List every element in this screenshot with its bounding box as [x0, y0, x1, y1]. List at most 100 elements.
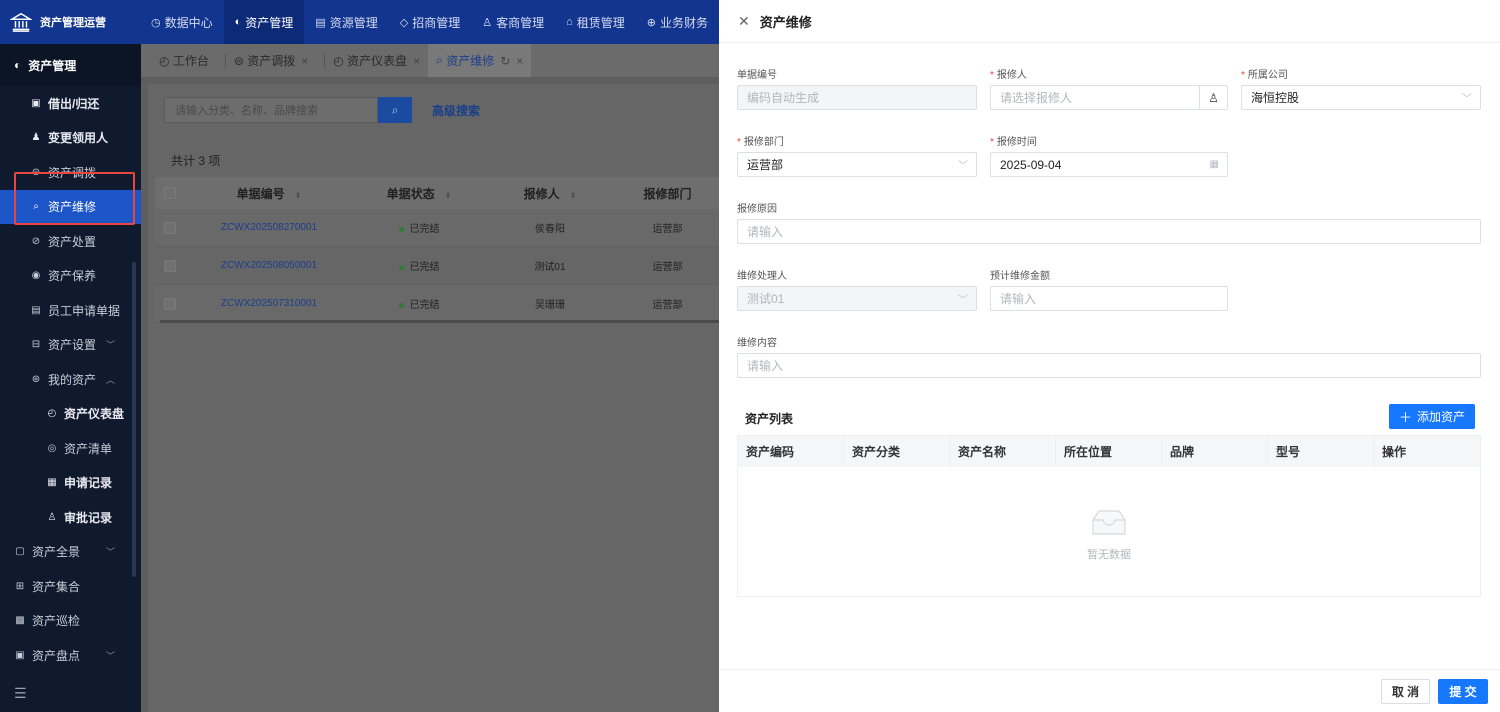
- sort-icon[interactable]: ⬍: [295, 191, 302, 200]
- search-bar: 请输入分类、名称、品牌搜索 ⌕ 高级搜索: [164, 97, 480, 123]
- row-checkbox[interactable]: [164, 259, 176, 272]
- table-horizontal-scrollbar[interactable]: [160, 320, 720, 323]
- search-button[interactable]: ⌕: [378, 97, 412, 123]
- status-dot: [398, 302, 404, 308]
- sidebar-item-employee-requests[interactable]: ▤ 员工申请单据: [0, 293, 141, 328]
- table-row[interactable]: ZCWX202508270001 已完结 侯春阳 运营部: [155, 209, 720, 247]
- settings-icon: ⊟: [31, 339, 41, 351]
- sidebar-item-application-records[interactable]: ▦ 申请记录: [0, 466, 141, 501]
- date-picker[interactable]: 2025-09-04 ▦: [990, 152, 1228, 177]
- close-icon[interactable]: ✕: [738, 13, 750, 30]
- select-all-checkbox[interactable]: [164, 187, 176, 199]
- close-icon[interactable]: ×: [301, 54, 308, 68]
- tab-label: 资产调拨: [247, 54, 296, 68]
- close-icon[interactable]: ×: [413, 54, 420, 68]
- topnav-label: 数据中心: [164, 15, 213, 30]
- menu-collapse-icon[interactable]: ☰: [14, 685, 27, 702]
- sidebar-item-my-assets[interactable]: ⊛ 我的资产 ︿: [0, 362, 141, 397]
- drawer-header: ✕ 资产维修: [719, 0, 1500, 43]
- sidebar-scrollbar[interactable]: [132, 262, 136, 577]
- tab-workbench[interactable]: ◴ 工作台: [151, 44, 217, 77]
- doc-code-link[interactable]: ZCWX202508050001: [185, 260, 353, 271]
- calendar-icon[interactable]: ▦: [1210, 159, 1219, 170]
- column-header: 品牌: [1162, 436, 1268, 467]
- sidebar-item-asset-collection[interactable]: ⊞ 资产集合: [0, 569, 141, 604]
- sidebar-item-asset-panorama[interactable]: ▢ 资产全景 ﹀: [0, 535, 141, 570]
- close-icon[interactable]: ×: [516, 54, 523, 68]
- reporter-cell: 侯春阳: [535, 224, 565, 235]
- sidebar-item-asset-settings[interactable]: ⊟ 资产设置 ﹀: [0, 328, 141, 363]
- table-row[interactable]: ZCWX202507310001 已完结 吴珊珊 运营部: [155, 285, 720, 323]
- amount-label: 预计维修金额: [990, 271, 1050, 282]
- topnav-data-center[interactable]: ◷ 数据中心: [140, 0, 224, 44]
- column-header[interactable]: 报修部门: [615, 185, 720, 202]
- tab-asset-dashboard[interactable]: ◴ 资产仪表盘 ×: [316, 44, 428, 77]
- clock-icon: ◷: [151, 16, 161, 29]
- reason-input[interactable]: 请输入: [737, 219, 1481, 244]
- refresh-icon[interactable]: ↻: [500, 54, 510, 68]
- list-panel: 请输入分类、名称、品牌搜索 ⌕ 高级搜索 共计 3 项 单据编号 ⬍ 单据状态 ⬍ …: [148, 84, 720, 712]
- table-header: 单据编号 ⬍ 单据状态 ⬍ 报修人 ⬍ 报修部门: [155, 177, 720, 209]
- topnav-merchant-management[interactable]: ♙ 客商管理: [471, 0, 555, 44]
- topnav-business-finance[interactable]: ⊕ 业务财务: [636, 0, 719, 44]
- column-header: 资产名称: [950, 436, 1056, 467]
- empty-inbox-icon: [1092, 510, 1126, 535]
- sidebar-item-label: 资产集合: [32, 579, 81, 594]
- cancel-button[interactable]: 取 消: [1381, 679, 1430, 704]
- submit-button[interactable]: 提 交: [1438, 679, 1488, 704]
- sidebar-item-asset-inspection[interactable]: ▩ 资产巡检: [0, 604, 141, 639]
- sidebar-item-approval-records[interactable]: ♙ 审批记录: [0, 500, 141, 535]
- column-header[interactable]: 报修人 ⬍: [485, 185, 615, 202]
- row-checkbox[interactable]: [164, 221, 176, 234]
- dept-select[interactable]: 运营部 ﹀: [737, 152, 977, 177]
- topnav-lease-management[interactable]: ⌂ 租赁管理: [555, 0, 636, 44]
- doc-code-link[interactable]: ZCWX202507310001: [185, 298, 353, 309]
- sidebar-item-label: 资产仪表盘: [64, 407, 125, 422]
- table-row[interactable]: ZCWX202508050001 已完结 测试01 运营部: [155, 247, 720, 285]
- box-icon: ▣: [31, 97, 41, 109]
- advanced-search-link[interactable]: 高级搜索: [432, 102, 480, 119]
- search-input[interactable]: 请输入分类、名称、品牌搜索: [164, 97, 378, 123]
- sidebar-item-asset-maintenance[interactable]: ◉ 资产保养: [0, 259, 141, 294]
- topnav-label: 招商管理: [412, 15, 461, 30]
- column-label: 单据状态: [386, 186, 435, 201]
- column-header[interactable]: 单据编号 ⬍: [185, 185, 353, 202]
- tab-asset-repair[interactable]: ⌕ 资产维修 ↻ ×: [428, 44, 532, 77]
- sort-icon[interactable]: ⬍: [445, 191, 452, 200]
- company-select[interactable]: 海恒控股 ﹀: [1241, 85, 1481, 110]
- column-header: 所在位置: [1056, 436, 1162, 467]
- topnav-investment-management[interactable]: ◇ 招商管理: [389, 0, 471, 44]
- amount-input[interactable]: 请输入: [990, 286, 1228, 311]
- sidebar-item-asset-list[interactable]: ◎ 资产清单: [0, 431, 141, 466]
- status-dot: [398, 264, 404, 270]
- total-count: 共计 3 项: [171, 154, 221, 168]
- app-logo[interactable]: 资产管理运营: [0, 0, 140, 44]
- content-input[interactable]: 请输入: [737, 353, 1481, 378]
- tab-asset-transfer[interactable]: ⊜ 资产调拨 ×: [217, 44, 316, 77]
- sort-icon[interactable]: ⬍: [570, 191, 577, 200]
- doc-code-link[interactable]: ZCWX202508270001: [185, 222, 353, 233]
- sidebar-item-borrow-return[interactable]: ▣ 借出/归还: [0, 86, 141, 121]
- topnav-asset-management[interactable]: ◐ 资产管理: [223, 0, 305, 44]
- panorama-icon: ▢: [15, 546, 25, 558]
- user-picker-icon[interactable]: ♙: [1199, 86, 1227, 109]
- topnav-resource-management[interactable]: ▤ 资源管理: [304, 0, 388, 44]
- half-circle-icon: ◐: [14, 58, 22, 72]
- handler-value: 测试01: [747, 292, 785, 306]
- dept-value: 运营部: [747, 158, 784, 172]
- reporter-placeholder: 请选择报修人: [1000, 91, 1073, 105]
- sidebar-item-asset-inventory[interactable]: ▣ 资产盘点 ﹀: [0, 638, 141, 673]
- reporter-select[interactable]: 请选择报修人 ♙: [990, 85, 1228, 110]
- add-asset-button[interactable]: ＋ 添加资产: [1389, 404, 1475, 429]
- sidebar-item-asset-dashboard[interactable]: ◴ 资产仪表盘: [0, 397, 141, 432]
- sidebar-item-label: 资产全景: [32, 545, 81, 560]
- sidebar-item-asset-disposal[interactable]: ⊘ 资产处置: [0, 224, 141, 259]
- company-label-text: 所属公司: [1247, 70, 1288, 81]
- company-value: 海恒控股: [1251, 91, 1300, 105]
- sidebar-header[interactable]: ◐ 资产管理: [0, 44, 141, 86]
- row-checkbox[interactable]: [164, 297, 176, 310]
- column-header[interactable]: 单据状态 ⬍: [353, 185, 485, 202]
- doc-icon: ▤: [315, 16, 326, 29]
- sidebar-item-change-user[interactable]: ♟ 变更领用人: [0, 121, 141, 156]
- coin-icon: ⊕: [646, 16, 656, 29]
